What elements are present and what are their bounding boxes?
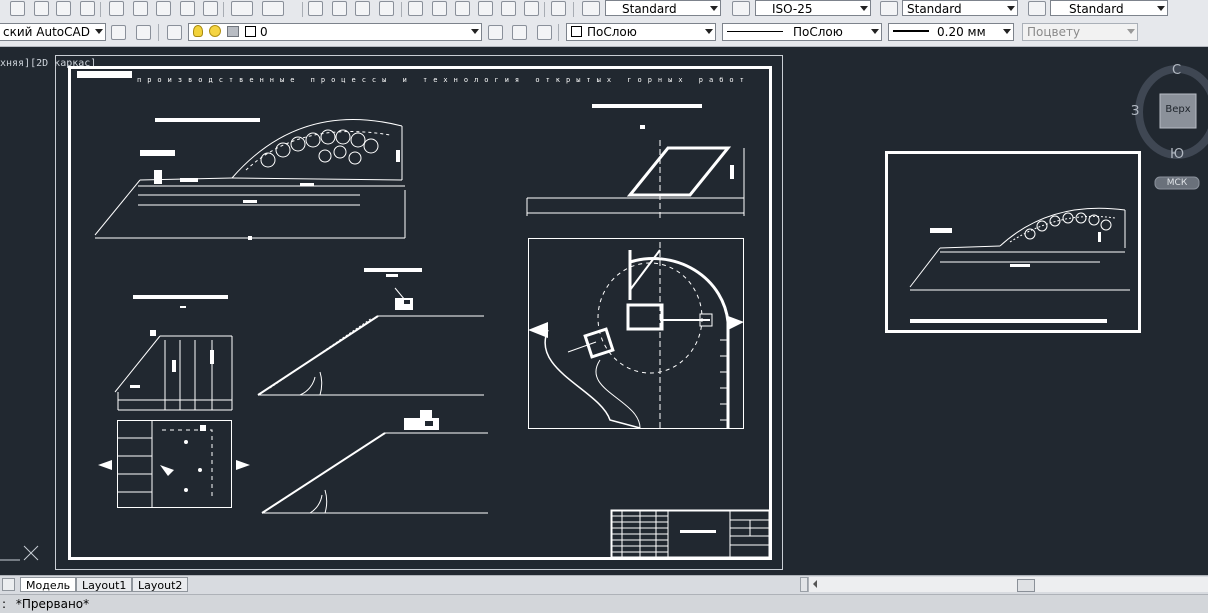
ucs-label[interactable]: МСК bbox=[1155, 178, 1199, 188]
ucs-icon bbox=[0, 545, 39, 561]
viewcube-north[interactable]: С bbox=[1172, 63, 1181, 78]
drawing-title: производственные процессы и технология о… bbox=[137, 76, 750, 84]
slope-bulldozer-drawing bbox=[261, 410, 488, 514]
tab-model[interactable]: Модель bbox=[20, 577, 77, 592]
dump-section-drawing bbox=[94, 118, 406, 240]
tab-scroll-left-icon[interactable] bbox=[2, 578, 15, 591]
title-block bbox=[610, 509, 771, 559]
plan-view-small bbox=[526, 104, 745, 218]
tab-layout1[interactable]: Layout1 bbox=[76, 577, 133, 592]
viewcube[interactable] bbox=[1135, 65, 1208, 190]
viewcube-west[interactable]: З bbox=[1131, 104, 1139, 119]
slope-excavator-drawing bbox=[257, 268, 484, 396]
grid-plan-drawing bbox=[98, 420, 250, 508]
floating-view-frame bbox=[885, 151, 1141, 333]
horizontal-scrollbar[interactable] bbox=[808, 577, 1208, 592]
command-text: *Прервано* bbox=[15, 597, 90, 611]
scroll-left-arrow-icon[interactable] bbox=[813, 580, 817, 588]
viewcube-south[interactable]: Ю bbox=[1170, 147, 1184, 162]
loading-plan-drawing bbox=[528, 238, 744, 429]
scroll-splitter[interactable] bbox=[800, 577, 808, 592]
scroll-thumb[interactable] bbox=[1017, 579, 1035, 592]
viewcube-face-label[interactable]: Верх bbox=[1162, 104, 1194, 115]
command-line[interactable]: : *Прервано* bbox=[0, 594, 1208, 613]
frame-label-box bbox=[77, 71, 132, 78]
bench-section-drawing bbox=[114, 295, 233, 411]
drawing-frame bbox=[68, 66, 772, 560]
tab-layout2[interactable]: Layout2 bbox=[132, 577, 189, 592]
layout-tabs-bar: Модель Layout1 Layout2 bbox=[0, 575, 1208, 594]
command-prompt: : bbox=[2, 597, 7, 611]
sheet-border bbox=[55, 55, 783, 570]
drawing-canvas bbox=[0, 55, 1208, 570]
